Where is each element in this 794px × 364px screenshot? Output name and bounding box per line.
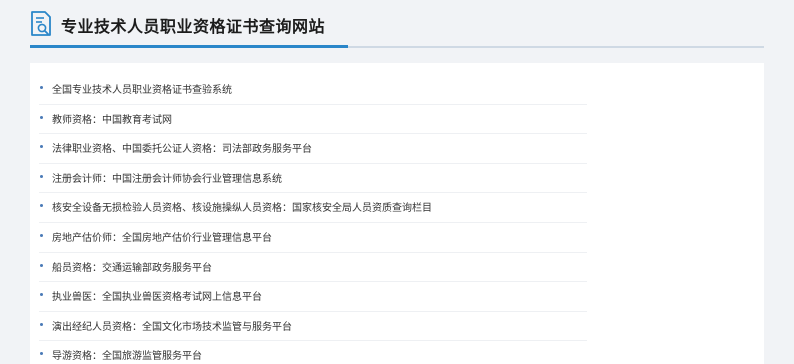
- bullet-icon: [40, 263, 43, 267]
- link-nuclear-safety[interactable]: 核安全设备无损检验人员资格、核设施操纵人员资格：国家核安全局人员资质查询栏目: [52, 199, 432, 214]
- bullet-icon: [40, 204, 43, 208]
- list-item[interactable]: 全国专业技术人员职业资格证书查验系统: [39, 75, 587, 105]
- bullet-icon: [40, 145, 43, 149]
- certificate-search-icon: [31, 11, 51, 36]
- bullet-icon: [40, 174, 43, 178]
- link-certificate-verification[interactable]: 全国专业技术人员职业资格证书查验系统: [52, 81, 232, 96]
- list-item[interactable]: 演出经纪人员资格：全国文化市场技术监管与服务平台: [39, 312, 587, 342]
- list-item[interactable]: 导游资格：全国旅游监管服务平台: [39, 341, 587, 364]
- link-panel: 全国专业技术人员职业资格证书查验系统 教师资格：中国教育考试网 法律职业资格、中…: [30, 63, 764, 364]
- site-title: 专业技术人员职业资格证书查询网站: [61, 17, 326, 36]
- bullet-icon: [40, 233, 43, 237]
- link-cpa[interactable]: 注册会计师：中国注册会计师协会行业管理信息系统: [52, 170, 282, 185]
- certificate-link-list: 全国专业技术人员职业资格证书查验系统 教师资格：中国教育考试网 法律职业资格、中…: [30, 75, 764, 364]
- list-item[interactable]: 教师资格：中国教育考试网: [39, 105, 587, 135]
- list-item[interactable]: 法律职业资格、中国委托公证人资格：司法部政务服务平台: [39, 134, 587, 164]
- link-tour-guide[interactable]: 导游资格：全国旅游监管服务平台: [52, 347, 202, 362]
- link-real-estate-appraiser[interactable]: 房地产估价师：全国房地产估价行业管理信息平台: [52, 229, 272, 244]
- bullet-icon: [40, 293, 43, 297]
- bullet-icon: [40, 352, 43, 356]
- link-veterinarian[interactable]: 执业兽医：全国执业兽医资格考试网上信息平台: [52, 288, 262, 303]
- list-item[interactable]: 船员资格：交通运输部政务服务平台: [39, 253, 587, 283]
- bullet-icon: [40, 115, 43, 119]
- site-header: 专业技术人员职业资格证书查询网站: [30, 0, 764, 50]
- bullet-icon: [40, 322, 43, 326]
- link-performance-broker[interactable]: 演出经纪人员资格：全国文化市场技术监管与服务平台: [52, 318, 292, 333]
- link-seafarer[interactable]: 船员资格：交通运输部政务服务平台: [52, 259, 212, 274]
- link-teacher-qualification[interactable]: 教师资格：中国教育考试网: [52, 111, 172, 126]
- page: 专业技术人员职业资格证书查询网站 全国专业技术人员职业资格证书查验系统 教师资格…: [0, 0, 794, 364]
- bullet-icon: [40, 86, 43, 89]
- list-item[interactable]: 注册会计师：中国注册会计师协会行业管理信息系统: [39, 164, 587, 194]
- header-accent-bar: [30, 45, 348, 48]
- list-item[interactable]: 核安全设备无损检验人员资格、核设施操纵人员资格：国家核安全局人员资质查询栏目: [39, 193, 587, 223]
- list-item[interactable]: 执业兽医：全国执业兽医资格考试网上信息平台: [39, 282, 587, 312]
- list-item[interactable]: 房地产估价师：全国房地产估价行业管理信息平台: [39, 223, 587, 253]
- link-legal-qualification[interactable]: 法律职业资格、中国委托公证人资格：司法部政务服务平台: [52, 140, 312, 155]
